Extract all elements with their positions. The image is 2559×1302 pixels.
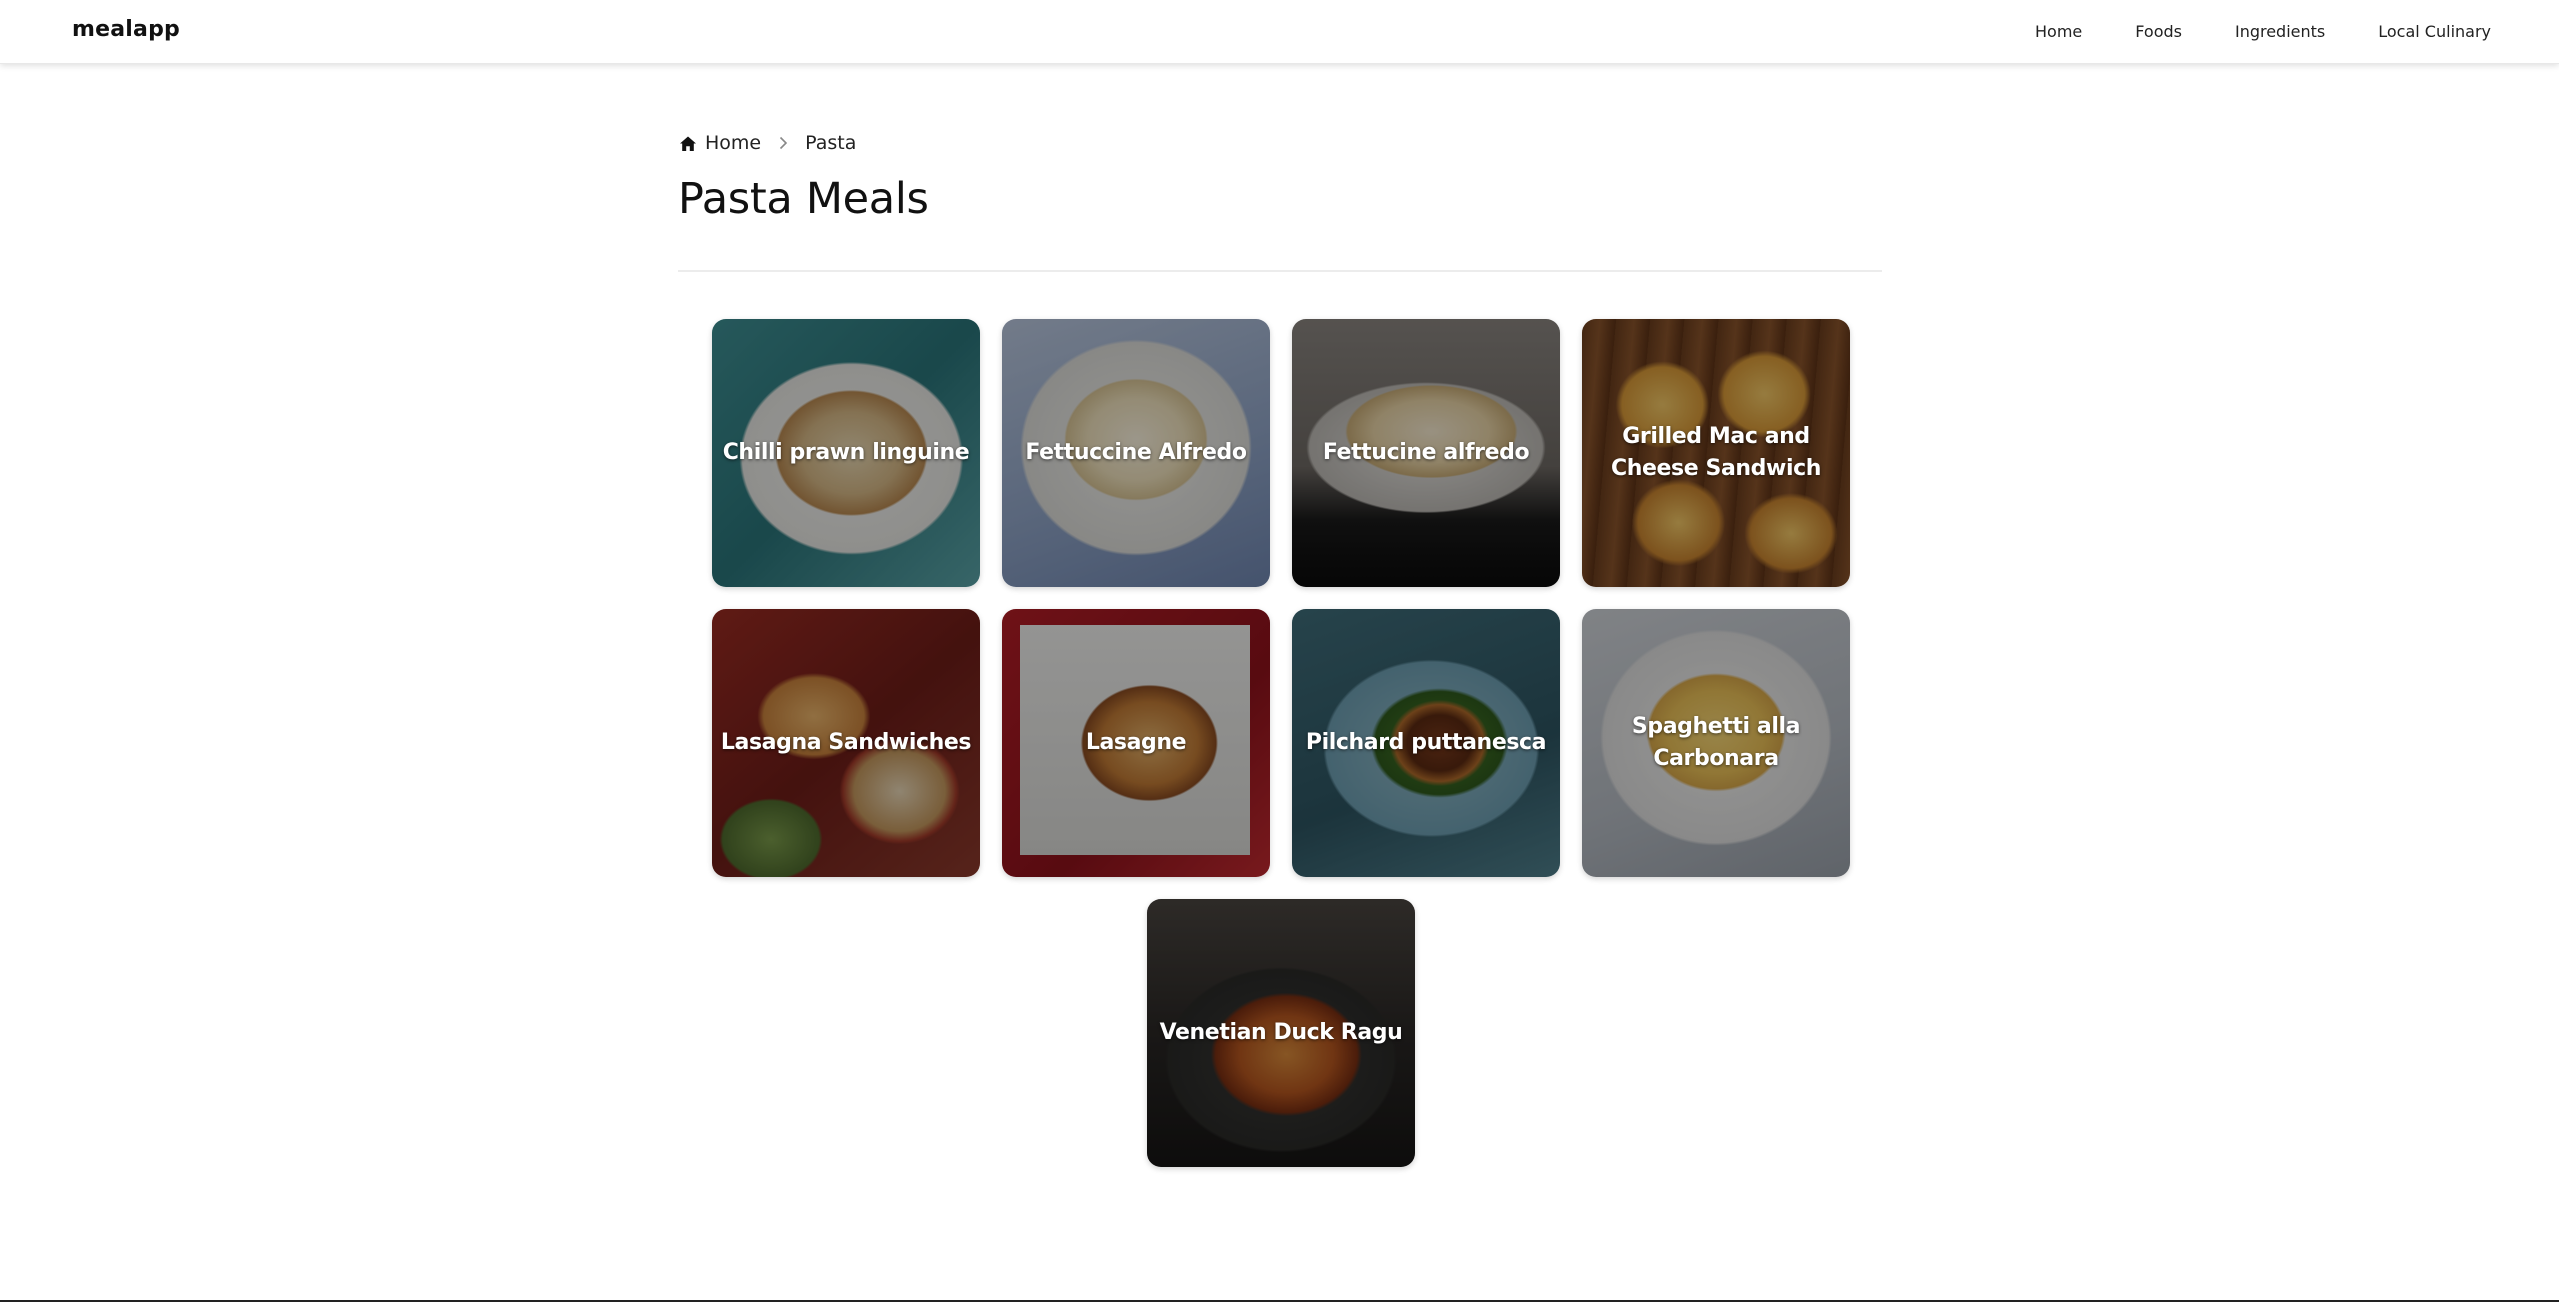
- meal-title: Venetian Duck Ragu: [1159, 1020, 1403, 1045]
- breadcrumb-home-link[interactable]: Home: [705, 132, 761, 154]
- meal-title: Spaghetti alla Carbonara: [1631, 714, 1801, 771]
- nav-local-culinary-link[interactable]: Local Culinary: [2378, 22, 2491, 41]
- chevron-right-icon: [780, 136, 788, 150]
- meal-title: Lasagna Sandwiches: [720, 730, 972, 755]
- meal-card[interactable]: Fettuccine Alfredo: [1002, 319, 1270, 587]
- main-nav: Home Foods Ingredients Local Culinary: [2035, 0, 2491, 62]
- app-logo[interactable]: mealapp: [72, 17, 180, 42]
- breadcrumb-current: Pasta: [805, 132, 857, 154]
- meal-card[interactable]: Lasagne: [1002, 609, 1270, 877]
- meal-title: Chilli prawn linguine: [722, 440, 970, 465]
- meal-title: Lasagne: [1085, 730, 1187, 755]
- meal-title: Fettucine alfredo: [1322, 440, 1530, 465]
- meal-card[interactable]: Venetian Duck Ragu: [1147, 899, 1415, 1167]
- title-divider: [678, 270, 1882, 272]
- meal-card[interactable]: Grilled Mac and Cheese Sandwich: [1582, 319, 1850, 587]
- nav-home-link[interactable]: Home: [2035, 22, 2082, 41]
- meal-card[interactable]: Lasagna Sandwiches: [712, 609, 980, 877]
- meal-card[interactable]: Pilchard puttanesca: [1292, 609, 1560, 877]
- nav-foods-link[interactable]: Foods: [2135, 22, 2182, 41]
- meal-card[interactable]: Spaghetti alla Carbonara: [1582, 609, 1850, 877]
- meal-title: Pilchard puttanesca: [1305, 730, 1547, 755]
- meal-card[interactable]: Chilli prawn linguine: [712, 319, 980, 587]
- breadcrumb: Home Pasta: [678, 132, 856, 154]
- top-navbar: mealapp Home Foods Ingredients Local Cul…: [0, 0, 2559, 64]
- page-title: Pasta Meals: [678, 174, 929, 224]
- meal-title: Fettuccine Alfredo: [1025, 440, 1247, 465]
- meal-title: Grilled Mac and Cheese Sandwich: [1611, 424, 1821, 481]
- nav-ingredients-link[interactable]: Ingredients: [2235, 22, 2325, 41]
- home-icon[interactable]: [678, 134, 698, 154]
- meal-card[interactable]: Fettucine alfredo: [1292, 319, 1560, 587]
